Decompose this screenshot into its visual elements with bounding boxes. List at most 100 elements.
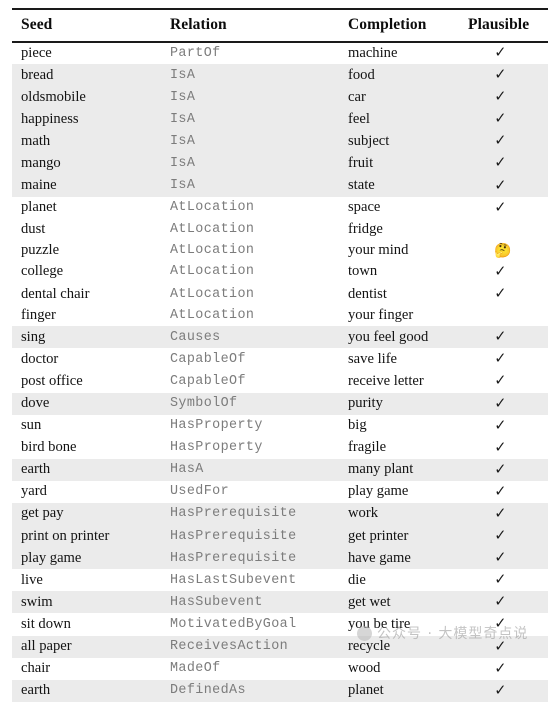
cell-plausible-check: ✓: [466, 108, 548, 131]
column-header-completion: Completion: [348, 16, 427, 33]
cell-completion: get wet: [342, 591, 466, 614]
table-header: Seed Relation Completion Plausible: [12, 12, 548, 42]
check-icon: ✓: [494, 175, 507, 194]
check-icon: ✓: [494, 636, 507, 655]
cell-seed: live: [21, 571, 43, 588]
table-row: all paper ReceivesAction recycle ✓: [12, 635, 548, 658]
cell-relation: UsedFor: [170, 484, 230, 500]
cell-relation: HasPrerequisite: [164, 525, 342, 548]
cell-relation: HasPrerequisite: [164, 502, 342, 526]
cell-seed: finger: [21, 307, 56, 324]
cell-relation: AtLocation: [170, 264, 255, 280]
check-icon: ✓: [494, 393, 507, 412]
table-row: dental chair AtLocation dentist ✓: [12, 283, 548, 305]
cell-seed: all paper: [12, 635, 164, 658]
column-header-plausible: Plausible: [468, 16, 530, 33]
cell-relation: MadeOf: [170, 661, 221, 677]
cell-plausible-check: ✓: [466, 197, 548, 219]
cell-completion: you feel good: [342, 326, 466, 349]
cell-completion: planet: [342, 679, 466, 702]
cell-relation: CapableOf: [170, 351, 246, 367]
check-icon: ✓: [494, 327, 507, 346]
cell-plausible-check: ✓: [466, 348, 548, 370]
cell-plausible-check: ✓: [466, 42, 548, 64]
cell-completion: state: [342, 174, 466, 197]
table-row: college AtLocation town ✓: [12, 261, 548, 283]
cell-completion: your mind: [348, 241, 409, 258]
knowledge-graph-table-figure: Seed Relation Completion Plausible piece…: [0, 0, 560, 702]
cell-seed: print on printer: [12, 525, 164, 548]
cell-relation: HasLastSubevent: [170, 572, 297, 588]
table-row: planet AtLocation space ✓: [12, 197, 548, 219]
cell-completion: town: [348, 263, 378, 280]
cell-seed: planet: [21, 199, 57, 216]
table-top-rule: [12, 8, 548, 11]
check-icon: ✓: [494, 153, 507, 172]
table-row: get pay HasPrerequisite work ✓: [12, 502, 548, 526]
completions-table: Seed Relation Completion Plausible piece…: [12, 12, 548, 702]
cell-plausible-empty: [466, 305, 548, 326]
cell-seed: sing: [12, 326, 164, 349]
cell-completion: work: [342, 502, 466, 526]
table-header-row: Seed Relation Completion Plausible: [12, 12, 548, 42]
cell-plausible-check: ✓: [466, 679, 548, 702]
cell-plausible-uncertain: 🤔: [466, 240, 548, 261]
cell-seed: play game: [12, 547, 164, 570]
check-icon: ✓: [494, 131, 507, 150]
check-icon: ✓: [494, 437, 507, 456]
check-icon: ✓: [494, 284, 507, 303]
cell-completion: subject: [342, 130, 466, 153]
table-row: live HasLastSubevent die ✓: [12, 569, 548, 591]
check-icon: ✓: [494, 680, 507, 699]
table-row: earth DefinedAs planet ✓: [12, 679, 548, 702]
cell-seed: dove: [12, 392, 164, 415]
table-row: bird bone HasProperty fragile ✓: [12, 437, 548, 459]
cell-plausible-check: ✓: [466, 569, 548, 591]
cell-relation: DefinedAs: [164, 679, 342, 702]
table-row: bread IsA food ✓: [12, 64, 548, 87]
cell-plausible-check: ✓: [466, 261, 548, 283]
cell-completion: fragile: [348, 439, 387, 456]
cell-plausible-check: ✓: [466, 370, 548, 392]
table-row: play game HasPrerequisite have game ✓: [12, 547, 548, 570]
thinking-face-icon: 🤔: [494, 243, 512, 259]
table-row: piece PartOf machine ✓: [12, 42, 548, 64]
cell-relation: MotivatedByGoal: [170, 616, 297, 632]
table-row: post office CapableOf receive letter ✓: [12, 370, 548, 392]
check-icon: ✓: [494, 570, 507, 589]
cell-seed: get pay: [12, 502, 164, 526]
cell-plausible-check: ✓: [466, 458, 548, 481]
cell-plausible-check: ✓: [466, 547, 548, 570]
check-icon: ✓: [494, 503, 507, 522]
cell-completion: fruit: [342, 152, 466, 175]
table-row: mango IsA fruit ✓: [12, 152, 548, 175]
cell-relation: HasProperty: [170, 440, 263, 456]
cell-completion: have game: [342, 547, 466, 570]
cell-seed: swim: [12, 591, 164, 614]
cell-seed: earth: [12, 679, 164, 702]
cell-plausible-check: ✓: [466, 591, 548, 614]
cell-plausible-check: ✓: [466, 130, 548, 153]
cell-completion: feel: [342, 108, 466, 131]
table-row: maine IsA state ✓: [12, 174, 548, 197]
cell-seed: dust: [21, 220, 46, 237]
cell-completion: space: [348, 199, 381, 216]
cell-completion: machine: [348, 44, 398, 61]
cell-relation: IsA: [164, 108, 342, 131]
table-row: sun HasProperty big ✓: [12, 415, 548, 437]
cell-plausible-check: ✓: [466, 502, 548, 526]
check-icon: ✓: [494, 526, 507, 545]
cell-seed: mango: [12, 152, 164, 175]
cell-completion: your finger: [348, 307, 414, 324]
cell-plausible-check: ✓: [466, 635, 548, 658]
cell-seed: yard: [21, 483, 47, 500]
cell-seed: math: [12, 130, 164, 153]
cell-seed: bread: [12, 64, 164, 87]
cell-seed: dental chair: [21, 285, 90, 302]
check-icon: ✓: [494, 415, 507, 434]
cell-plausible-check: ✓: [466, 613, 548, 635]
check-icon: ✓: [494, 481, 507, 500]
check-icon: ✓: [494, 197, 507, 216]
cell-plausible-empty: [466, 219, 548, 240]
cell-seed: maine: [12, 174, 164, 197]
